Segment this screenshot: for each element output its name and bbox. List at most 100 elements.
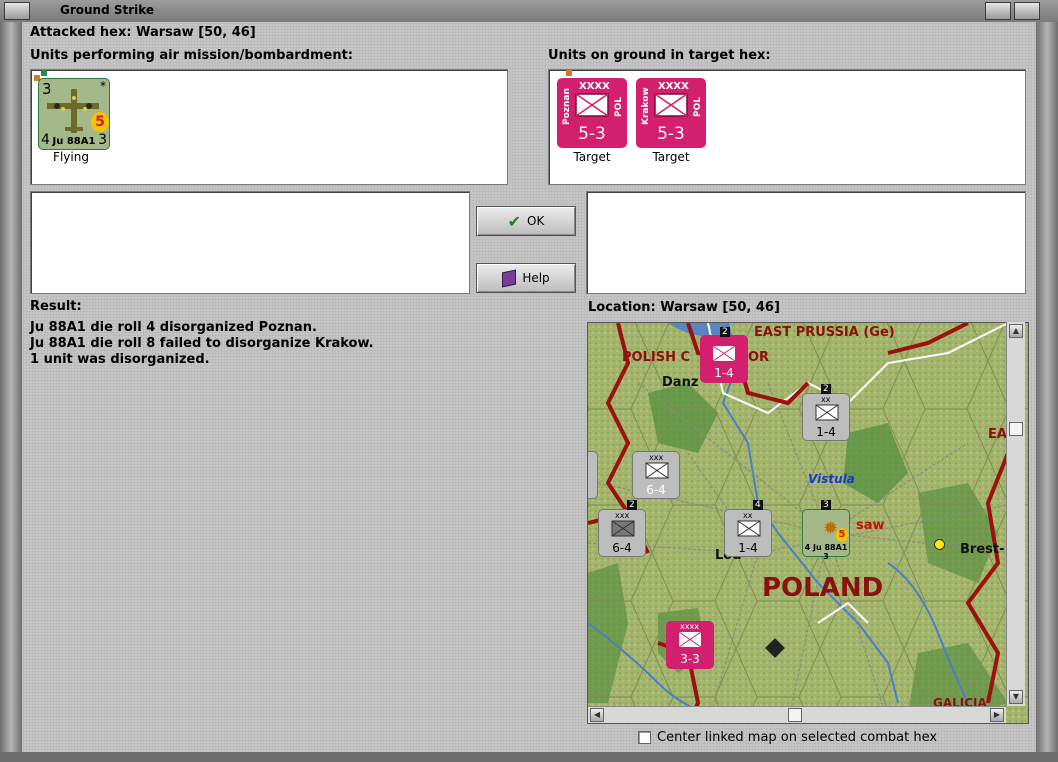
scroll-up-arrow-icon[interactable]: ▲	[1009, 324, 1023, 338]
unit-size-label: XXXX	[658, 81, 689, 92]
map-label-east-prussia: EAST PRUSSIA (Ge)	[754, 325, 895, 340]
air-details-panel	[30, 191, 470, 294]
infantry-symbol-icon	[575, 93, 609, 117]
help-book-icon	[502, 269, 517, 287]
infantry-symbol-icon	[645, 462, 669, 479]
stack-count-badge: 2	[627, 500, 637, 510]
window-frame-bottom	[0, 752, 1058, 762]
dialog-content: Attacked hex: Warsaw [50, 46] Units perf…	[22, 22, 1036, 752]
title-bar[interactable]: Ground Strike	[0, 0, 1058, 23]
air-unit-badge: 5	[836, 528, 848, 542]
horizontal-scroll-thumb[interactable]	[788, 708, 802, 722]
map-counter-air-warsaw[interactable]: ✹ 5 4 Ju 88A1 3 3	[802, 500, 850, 561]
map-counter-strength: -4	[588, 483, 599, 497]
unit-size-label: xxx	[649, 453, 664, 462]
result-line: 1 unit was disorganized.	[30, 352, 210, 367]
map-counter-ger[interactable]: xxx 6-4	[632, 451, 680, 499]
map-label-polish-corridor: POLISH C	[622, 350, 691, 365]
infantry-symbol-icon	[654, 93, 688, 117]
map-counter-strength: 1-4	[816, 425, 836, 439]
center-map-checkbox-label: Center linked map on selected combat hex	[657, 730, 938, 745]
window-frame-right	[1036, 22, 1058, 762]
map-counter-ger[interactable]: xxx 6-4 2	[598, 500, 646, 557]
window-title: Ground Strike	[60, 3, 155, 17]
map-counter-ger-partial[interactable]: -4	[588, 451, 599, 499]
ok-button[interactable]: ✔ OK	[476, 206, 576, 236]
close-button[interactable]	[1014, 2, 1040, 20]
air-unit-counter[interactable]: 3 * 5 4 Ju 88A1 3	[38, 78, 110, 150]
result-line: Ju 88A1 die roll 8 failed to disorganize…	[30, 336, 374, 351]
stack-count-badge: 3	[821, 500, 831, 510]
air-units-panel: 3 * 5 4 Ju 88A1 3 Flying	[30, 69, 508, 185]
unit-size-label: xxxx	[680, 622, 699, 631]
map-counter-pol[interactable]: 1-4 2	[700, 327, 748, 383]
window-frame-left	[0, 22, 22, 762]
map-label-corridor-end: OR	[748, 350, 770, 365]
air-unit-bottom-left-value: 4	[41, 132, 50, 148]
map-counter-strength: 6-4	[646, 483, 666, 497]
air-unit-star: *	[100, 79, 106, 93]
unit-size-label: XXXX	[579, 81, 610, 92]
unit-name-label: Krakow	[641, 87, 651, 125]
stack-count-badge: 2	[821, 384, 831, 394]
infantry-symbol-icon	[678, 631, 702, 648]
map-horizontal-scrollbar[interactable]: ◀ ▶	[588, 706, 1006, 723]
map-label-warsaw: saw	[856, 518, 885, 533]
vertical-scroll-thumb[interactable]	[1009, 422, 1023, 436]
map-label-brest: Brest-	[960, 542, 1005, 557]
ok-button-label: OK	[527, 214, 545, 228]
unit-marker-icon	[566, 70, 572, 76]
scroll-left-arrow-icon[interactable]: ◀	[590, 708, 604, 722]
center-map-checkbox[interactable]	[638, 731, 651, 744]
center-map-option[interactable]: Center linked map on selected combat hex	[638, 730, 937, 745]
checkmark-icon: ✔	[507, 211, 522, 231]
map-label-vistula: Vistula	[808, 472, 855, 486]
system-menu-button[interactable]	[4, 2, 30, 20]
infantry-symbol-icon	[611, 520, 635, 537]
ground-details-panel	[586, 191, 1026, 294]
linked-map-view[interactable]: EAST PRUSSIA (Ge) POLISH C OR Danz Vistu…	[587, 322, 1029, 724]
air-units-label: Units performing air mission/bombardment…	[30, 48, 354, 63]
map-counter-ger[interactable]: xx 1-4 4	[724, 500, 772, 557]
unit-size-label: xx	[821, 395, 831, 404]
attacked-hex-label: Attacked hex: Warsaw [50, 46]	[30, 25, 256, 40]
unit-strength: 5-3	[578, 124, 606, 144]
air-unit-badge: 5	[91, 112, 109, 132]
ground-unit-counter-krakow[interactable]: XXXX Krakow POL 5-3	[636, 78, 706, 148]
air-unit-name: Ju 88A1	[52, 136, 96, 147]
infantry-symbol-icon	[815, 404, 839, 421]
air-unit-top-left-value: 3	[42, 80, 52, 98]
ground-unit-counter-poznan[interactable]: XXXX Poznan POL 5-3	[557, 78, 627, 148]
map-counter-strength: 6-4	[612, 541, 632, 555]
map-counter-strength: 3-3	[680, 652, 700, 666]
help-button-label: Help	[522, 271, 550, 285]
unit-marker-icon	[41, 70, 47, 76]
map-label-danzig: Danz	[662, 375, 699, 390]
air-unit-bottom-right-value: 3	[98, 132, 107, 148]
ground-strike-window: Ground Strike Attacked hex: Warsaw [50, …	[0, 0, 1058, 762]
unit-strength: 5-3	[657, 124, 685, 144]
map-counter-pol[interactable]: xxxx 3-3	[666, 621, 714, 669]
scroll-right-arrow-icon[interactable]: ▶	[990, 708, 1004, 722]
map-counter-ger[interactable]: xx 1-4 2	[802, 384, 850, 441]
minimize-button[interactable]	[985, 2, 1011, 20]
air-unit-status: Flying	[53, 150, 89, 164]
ground-units-label: Units on ground in target hex:	[548, 48, 771, 63]
map-label-poland: POLAND	[762, 573, 884, 603]
help-button[interactable]: Help	[476, 263, 576, 293]
ground-unit-status-krakow: Target	[652, 150, 690, 164]
infantry-symbol-icon	[737, 520, 761, 537]
location-label: Location: Warsaw [50, 46]	[588, 300, 780, 315]
infantry-symbol-icon	[712, 345, 736, 362]
unit-nation-label: POL	[614, 97, 624, 117]
unit-name-label: Poznan	[562, 88, 572, 125]
map-counter-name: 4 Ju 88A1 3	[804, 543, 848, 561]
map-counter-strength: 1-4	[714, 366, 734, 380]
ground-units-panel: XXXX Poznan POL 5-3 Target XXXX Krakow P…	[548, 69, 1026, 185]
unit-nation-label: POL	[693, 97, 703, 117]
result-line: Ju 88A1 die roll 4 disorganized Poznan.	[30, 320, 317, 335]
stack-count-badge: 4	[753, 500, 763, 510]
scroll-down-arrow-icon[interactable]: ▼	[1009, 690, 1023, 704]
ground-unit-status-poznan: Target	[573, 150, 611, 164]
map-vertical-scrollbar[interactable]: ▲ ▼	[1006, 322, 1025, 706]
